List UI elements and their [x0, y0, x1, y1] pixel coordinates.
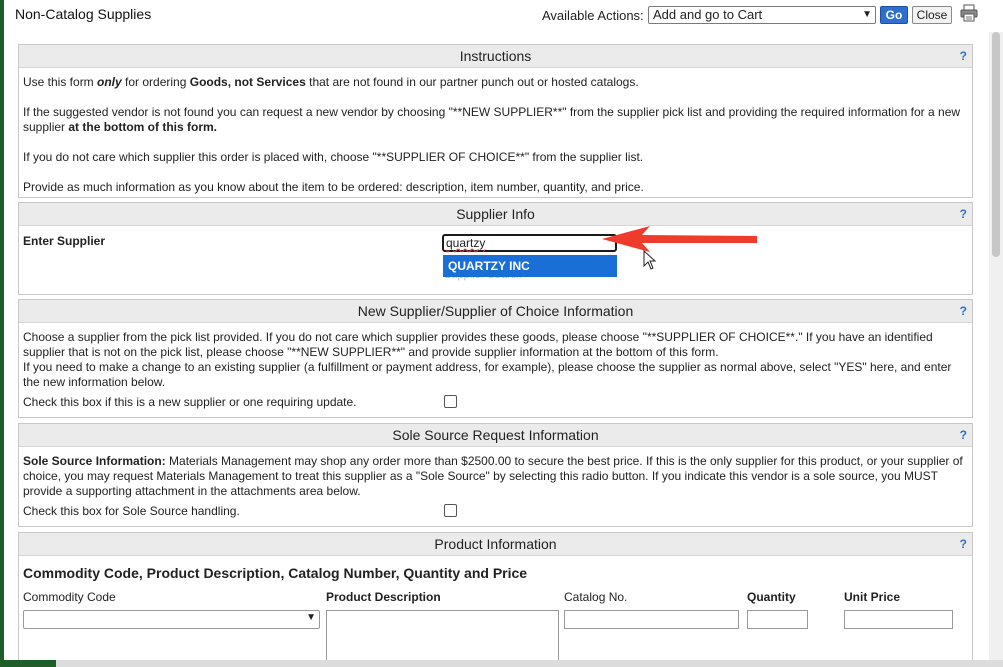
chevron-down-icon: ▼ [306, 612, 316, 623]
sole-source-text: Sole Source Information: Materials Manag… [23, 454, 963, 498]
supplier-input-value: quartzy [446, 236, 486, 250]
new-supplier-checkbox-label: Check this box if this is a new supplier… [23, 395, 357, 409]
quantity-label: Quantity [747, 590, 796, 604]
supplier-info-panel: Supplier Info ? Enter Supplier Supplier … [18, 202, 973, 295]
help-icon[interactable]: ? [960, 424, 967, 446]
vertical-scrollbar[interactable] [989, 32, 1003, 660]
new-supplier-panel: New Supplier/Supplier of Choice Informat… [18, 299, 973, 418]
new-supplier-header: New Supplier/Supplier of Choice Informat… [19, 300, 972, 323]
sole-source-title: Sole Source Request Information [392, 427, 599, 443]
instructions-panel: Instructions ? Use this form only for or… [18, 44, 973, 198]
help-icon[interactable]: ? [960, 300, 967, 322]
catalog-no-input[interactable] [564, 610, 739, 629]
new-supplier-text-2: If you need to make a change to an exist… [23, 360, 952, 389]
page-title: Non-Catalog Supplies [15, 6, 152, 22]
new-supplier-title: New Supplier/Supplier of Choice Informat… [357, 303, 634, 319]
supplier-info-header: Supplier Info ? [19, 203, 972, 226]
sole-source-panel: Sole Source Request Information ? Sole S… [18, 423, 973, 527]
help-icon[interactable]: ? [960, 533, 967, 555]
unit-price-label: Unit Price [844, 590, 901, 604]
sole-source-checkbox[interactable] [444, 504, 457, 517]
bottom-band [0, 660, 1003, 667]
printer-icon[interactable] [960, 4, 978, 22]
sole-source-header: Sole Source Request Information ? [19, 424, 972, 447]
instructions-line-4: Provide as much information as you know … [23, 180, 644, 194]
instructions-title: Instructions [459, 48, 532, 64]
product-info-header: Product Information ? [19, 533, 972, 556]
instructions-line-3: If you do not care which supplier this o… [23, 150, 644, 164]
scrollbar-thumb[interactable] [992, 32, 1000, 257]
help-icon[interactable]: ? [960, 203, 967, 225]
chevron-down-icon: ▼ [862, 9, 872, 20]
red-arrow-annotation [602, 226, 757, 252]
supplier-suggestion-item[interactable]: QUARTZY INC [443, 255, 617, 277]
instructions-header: Instructions ? [19, 45, 972, 68]
product-description-label: Product Description [326, 590, 441, 604]
product-description-textarea[interactable] [326, 610, 559, 663]
available-actions-select[interactable]: Add and go to Cart ▼ [648, 6, 876, 24]
product-info-title: Product Information [434, 536, 557, 552]
close-button[interactable]: Close [912, 6, 952, 24]
new-supplier-text: Choose a supplier from the pick list pro… [23, 330, 933, 359]
help-icon[interactable]: ? [960, 45, 967, 67]
go-button[interactable]: Go [880, 6, 908, 24]
mouse-cursor-icon [643, 250, 657, 270]
supplier-search-input[interactable]: quartzy [442, 234, 617, 252]
new-supplier-checkbox[interactable] [444, 395, 457, 408]
left-edge-bar [0, 0, 4, 667]
catalog-no-label: Catalog No. [564, 590, 628, 604]
available-actions-label: Available Actions: [542, 8, 644, 23]
commodity-code-label: Commodity Code [23, 590, 116, 604]
page-header: Non-Catalog Supplies Available Actions: … [4, 0, 990, 32]
available-actions-value: Add and go to Cart [653, 7, 763, 22]
commodity-code-select[interactable]: ▼ [23, 610, 320, 629]
instructions-line-2: If the suggested vendor is not found you… [23, 105, 961, 134]
product-info-panel: Product Information ? Commodity Code, Pr… [18, 532, 973, 667]
instructions-line-1: Use this form only for ordering Goods, n… [23, 75, 639, 89]
quantity-input[interactable] [747, 610, 808, 629]
supplier-info-title: Supplier Info [456, 206, 535, 222]
unit-price-input[interactable] [844, 610, 953, 629]
sole-source-checkbox-label: Check this box for Sole Source handling. [23, 504, 240, 518]
product-section-title: Commodity Code, Product Description, Cat… [23, 565, 528, 581]
